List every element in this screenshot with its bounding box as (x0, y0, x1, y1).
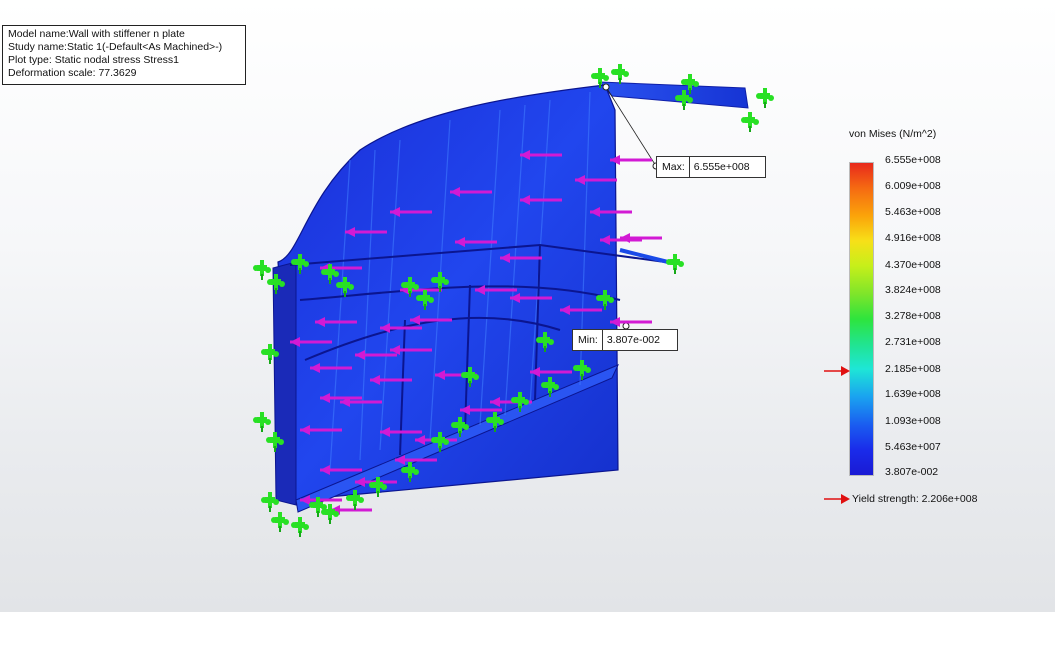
legend-title: von Mises (N/m^2) (849, 128, 937, 140)
plot-type: Plot type: Static nodal stress Stress1 (8, 54, 179, 66)
top-plate (598, 81, 749, 109)
legend-tick: 5.463e+007 (885, 441, 941, 453)
deformation-scale: Deformation scale: 77.3629 (8, 67, 137, 79)
min-label: Min: (573, 330, 603, 350)
max-value: 6.555e+008 (693, 161, 750, 173)
legend-color-bar[interactable] (849, 162, 874, 476)
max-probe-label[interactable]: Max: 6.555e+008 (656, 156, 766, 178)
legend-tick: 4.370e+008 (885, 259, 941, 271)
legend-tick: 3.278e+008 (885, 310, 941, 322)
yield-marker-arrow-icon (824, 366, 850, 376)
legend-tick: 6.555e+008 (885, 154, 941, 166)
front-face (272, 261, 297, 506)
max-label: Max: (657, 157, 690, 177)
legend-tick: 1.639e+008 (885, 388, 941, 400)
legend-tick: 5.463e+008 (885, 206, 941, 218)
model-name: Model name:Wall with stiffener n plate (8, 28, 185, 40)
study-info-box: Model name:Wall with stiffener n plate S… (2, 25, 246, 85)
graphics-viewport[interactable]: Model name:Wall with stiffener n plate S… (0, 0, 1055, 612)
yield-strength-row: Yield strength: 2.206e+008 (824, 492, 977, 506)
legend-tick: 3.807e-002 (885, 466, 939, 478)
min-probe-label[interactable]: Min: 3.807e-002 (572, 329, 678, 351)
study-name: Study name:Static 1(-Default<As Machined… (8, 41, 223, 53)
legend-tick: 6.009e+008 (885, 180, 941, 192)
legend-tick: 2.185e+008 (885, 363, 941, 375)
min-value: 3.807e-002 (606, 334, 660, 346)
legend-tick: 3.824e+008 (885, 284, 941, 296)
legend-tick: 1.093e+008 (885, 415, 941, 427)
fea-model[interactable] (0, 0, 1055, 612)
legend-tick: 4.916e+008 (885, 232, 941, 244)
yield-arrow-icon (824, 494, 850, 504)
yield-strength-label: Yield strength: 2.206e+008 (852, 493, 978, 505)
legend-tick: 2.731e+008 (885, 336, 941, 348)
